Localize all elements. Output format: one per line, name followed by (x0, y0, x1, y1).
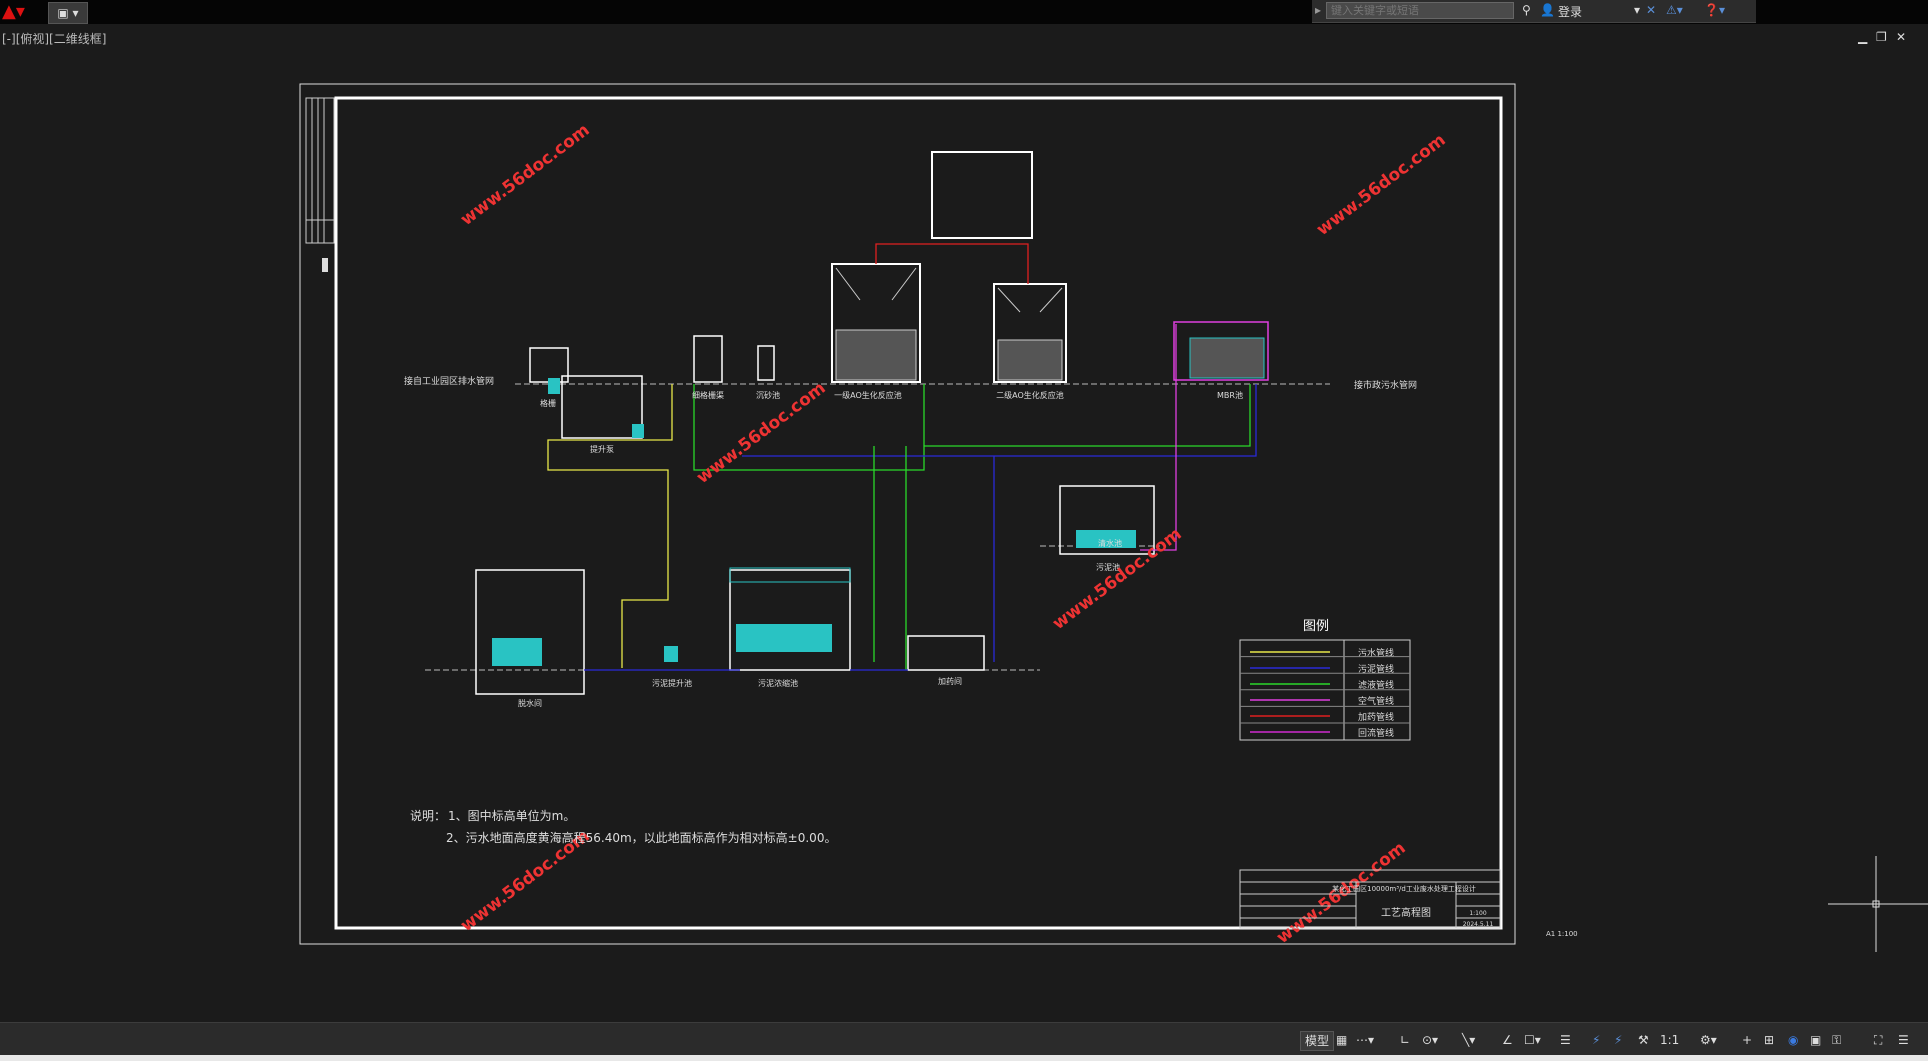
autocad-logo-icon: ▲▾ (2, 1, 25, 22)
pipelines (547, 243, 1257, 671)
grid-icon[interactable]: ▦ (1336, 1031, 1347, 1049)
stay-connected-icon[interactable]: ⚠▾ (1666, 3, 1683, 17)
help-icon[interactable]: ❓▾ (1704, 3, 1725, 17)
right-outlet-label: 接市政污水管网 (1354, 379, 1417, 391)
customize-icon[interactable]: ☰ (1898, 1031, 1909, 1049)
title-block-scale: 1:100 (1469, 910, 1486, 917)
unit-label: 格栅 (540, 398, 556, 408)
ground-lines (425, 383, 1330, 671)
unit-label: 脱水间 (518, 698, 542, 708)
ortho-icon[interactable]: ∟ (1400, 1031, 1410, 1049)
title-block-date: 2024.5.11 (1463, 921, 1494, 928)
gear-icon[interactable]: ⚙▾ (1700, 1031, 1717, 1049)
binding-mark (322, 258, 328, 272)
lock-icon[interactable]: ⚿ (1832, 1031, 1841, 1049)
note-title: 说明： (410, 808, 446, 823)
polar-icon[interactable]: ⊙▾ (1422, 1031, 1438, 1049)
image-icon[interactable]: ▣ (1810, 1031, 1821, 1049)
snap-icon[interactable]: ⋯▾ (1356, 1031, 1374, 1049)
unit-label: 污泥提升池 (652, 678, 692, 688)
left-inlet-label: 接自工业园区排水管网 (404, 375, 494, 387)
workspace-icon[interactable]: ⚒ (1638, 1031, 1649, 1049)
dewatering-machine-icon (492, 638, 542, 666)
expand-arrow-icon[interactable]: ▸ (1315, 3, 1321, 17)
unit-label: 加药间 (938, 676, 962, 686)
lineweight-icon[interactable]: ☰ (1560, 1031, 1571, 1049)
unit-label: 提升泵 (590, 444, 614, 454)
unit-label: 清水池 (1098, 538, 1122, 548)
search-input[interactable] (1326, 2, 1514, 19)
hardware-icon[interactable]: ◉ (1788, 1031, 1798, 1049)
title-bar: ▲▾ ▣ ▾ ▸ ⚲ 👤 登录 ▾ ✕ ⚠▾ ❓▾ (0, 0, 1928, 24)
status-bar: 模型 ▦ ⋯▾ ∟ ⊙▾ ╲▾ ∠ ☐▾ ☰ ⚡ ⚡ ⚒ 1:1 ⚙▾ + ⊞ … (0, 1022, 1928, 1061)
sludge-units (475, 485, 1155, 695)
status-strip (0, 1055, 1928, 1061)
otrack-icon[interactable]: ∠ (1502, 1031, 1513, 1049)
binding-strip (305, 97, 335, 244)
sheet-ref: A1 1:100 (1546, 930, 1578, 938)
watermark-text: www.56doc.com (1313, 130, 1450, 240)
watermark-text: www.56doc.com (1273, 838, 1410, 948)
title-block-drawing-name: 工艺高程图 (1381, 906, 1431, 919)
osnap-icon[interactable]: ╲▾ (1462, 1031, 1475, 1049)
pump-icon (664, 646, 678, 662)
pump-icon (632, 424, 644, 438)
legend-title: 图例 (1303, 619, 1329, 634)
pretreatment-units (529, 335, 775, 439)
note-line-1: 1、图中标高单位为m。 (448, 808, 575, 823)
annotation-scale-icon[interactable]: ⚡ (1614, 1031, 1622, 1049)
login-button[interactable]: 登录 (1558, 3, 1582, 20)
unit-label: MBR池 (1217, 390, 1243, 400)
mbr-tank (1173, 321, 1269, 381)
legend-label: 滤液管线 (1358, 679, 1394, 691)
isolate-icon[interactable]: ⊞ (1764, 1031, 1774, 1049)
legend-label: 污水管线 (1358, 647, 1394, 659)
ao-reactor-2 (993, 283, 1067, 383)
watermark-text: www.56doc.com (457, 120, 594, 230)
legend-label: 加药管线 (1358, 711, 1394, 723)
note-line-2: 2、污水地面高度黄海高程56.40m，以此地面标高作为相对标高±0.00。 (446, 830, 836, 845)
unit-label: 沉砂池 (756, 390, 780, 400)
legend-label: 回流管线 (1358, 727, 1394, 739)
unit-label: 污泥浓缩池 (758, 678, 798, 688)
infocenter-bar: ▸ ⚲ 👤 登录 ▾ ✕ ⚠▾ ❓▾ (1312, 0, 1756, 23)
login-dropdown-icon[interactable]: ▾ (1634, 3, 1640, 17)
ao-reactor-1 (831, 263, 921, 383)
plus-icon[interactable]: + (1742, 1031, 1752, 1049)
cursor-crosshair-icon (1828, 856, 1928, 952)
annotation-icon[interactable]: ⚡ (1592, 1031, 1600, 1049)
elevated-tank (931, 151, 1033, 239)
transparency-icon[interactable]: ☐▾ (1524, 1031, 1541, 1049)
annotation-scale[interactable]: 1:1 (1660, 1031, 1679, 1049)
clean-screen-icon[interactable]: ⛶ (1874, 1031, 1882, 1049)
legend: 图例 污水管线污泥管线滤液管线空气管线加药管线回流管线 (1239, 619, 1411, 741)
title-block-project: 某化工园区10000m³/d工业废水处理工程设计 (1332, 884, 1476, 893)
unit-label: 一级AO生化反应池 (834, 390, 902, 400)
model-tab[interactable]: 模型 (1300, 1031, 1335, 1051)
user-icon: 👤 (1540, 3, 1555, 17)
unit-label: 二级AO生化反应池 (996, 390, 1064, 400)
application-menu-button[interactable]: ▲▾ (2, 1, 36, 23)
legend-label: 空气管线 (1358, 695, 1394, 707)
drawing-canvas[interactable]: 格栅提升泵细格栅渠 沉砂池 一级AO生化反应池 二级AO生化反应池 MBR池污泥池脱水间… (0, 24, 1928, 1022)
quick-access-button[interactable]: ▣ ▾ (48, 2, 88, 24)
exchange-icon[interactable]: ✕ (1646, 3, 1656, 17)
quick-access-icon: ▣ ▾ (57, 6, 79, 20)
binoculars-icon[interactable]: ⚲ (1522, 3, 1531, 17)
thickener-mechanism-icon (736, 624, 832, 652)
pump-icon (548, 378, 560, 394)
unit-label: 细格栅渠 (692, 390, 724, 400)
